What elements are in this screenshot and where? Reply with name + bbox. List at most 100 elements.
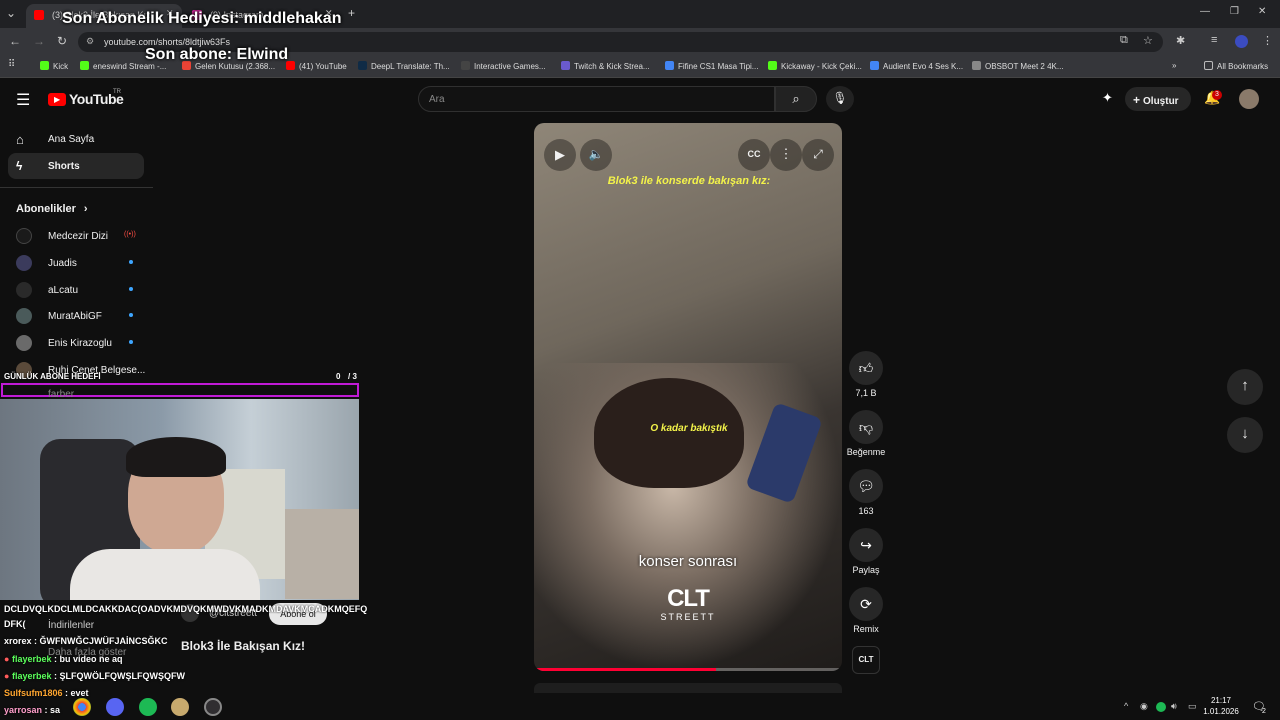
chat-message: yarrosan : sa	[4, 705, 60, 715]
discord-icon[interactable]	[106, 698, 124, 716]
sidebar-channel[interactable]: MuratAbiGF	[16, 308, 102, 324]
bookmark[interactable]: Fifine CS1 Masa Tipi...	[665, 61, 758, 71]
site-info-icon[interactable]: ⚙	[86, 36, 94, 47]
divider	[0, 187, 153, 188]
avatar	[16, 335, 32, 351]
sidebar-channel[interactable]: Medcezir Dizi	[16, 228, 108, 244]
minimize-icon[interactable]: —	[1200, 6, 1210, 17]
video-caption-top: Blok3 ile konserde bakışan kız:	[607, 175, 771, 187]
bookmark[interactable]: Kick	[40, 61, 68, 71]
sound-thumbnail[interactable]: CLT	[852, 646, 880, 674]
apps-icon[interactable]: ⠿	[8, 59, 15, 70]
goal-label: GÜNLÜK ABONE HEDEFİ	[4, 372, 101, 381]
search-input[interactable]: Ara	[418, 86, 775, 112]
clock-date[interactable]: 1.01.2026	[1203, 707, 1239, 716]
bookmark-star-icon[interactable]: ☆	[1143, 34, 1153, 47]
captions-button[interactable]: CC	[738, 139, 770, 171]
plus-icon: +	[1133, 93, 1141, 107]
subscriptions-label: Abonelikler	[16, 203, 76, 215]
chrome-icon[interactable]	[73, 698, 91, 716]
avatar	[16, 308, 32, 324]
chat-user: flayerbek	[11, 671, 52, 681]
obs-icon[interactable]	[204, 698, 222, 716]
new-tab-icon[interactable]: +	[348, 6, 355, 20]
bookmark[interactable]: Interactive Games...	[461, 61, 546, 71]
share-button[interactable]: ↪	[849, 528, 883, 562]
like-button[interactable]: 👍︎	[849, 351, 883, 385]
create-button[interactable]: + Oluştur	[1125, 87, 1191, 111]
search-icon: ⌕	[792, 91, 800, 106]
spotify-icon[interactable]	[139, 698, 157, 716]
captions-icon: CC	[747, 149, 761, 159]
clock-time[interactable]: 21:17	[1206, 696, 1236, 705]
sidebar-item-shorts-content[interactable]: ϟ Shorts	[16, 159, 80, 173]
avatar[interactable]	[1239, 89, 1259, 109]
bookmark[interactable]: DeepL Translate: Th...	[358, 61, 450, 71]
next-short-preview[interactable]	[534, 683, 842, 693]
sidebar-item-home[interactable]: ⌂ Ana Sayfa	[16, 132, 94, 147]
forward-icon[interactable]: →	[33, 34, 45, 48]
home-icon: ⌂	[16, 132, 24, 147]
channel-name: MuratAbiGF	[48, 310, 102, 322]
dislike-button[interactable]: 👎︎	[849, 410, 883, 444]
play-button[interactable]: ▶	[544, 139, 576, 171]
bookmark[interactable]: Kickaway - Kick Çeki...	[768, 61, 862, 71]
bookmark[interactable]: OBSBOT Meet 2 4K...	[972, 61, 1064, 71]
previous-short-button[interactable]: ↑	[1227, 369, 1263, 405]
sidebar-channel[interactable]: Juadis	[16, 255, 77, 271]
share-icon: ↪	[860, 536, 872, 553]
profile-icon[interactable]	[1235, 35, 1248, 48]
network-icon[interactable]: ▭	[1188, 701, 1197, 712]
shorts-video-player[interactable]: Blok3 ile konserde bakışan kız: O kadar …	[534, 123, 842, 671]
chat-text: DCLDVQLKDCLMLDCAKKDAC(OADVKMDVQKMWDVKMAD…	[4, 604, 368, 614]
discord-tray-icon[interactable]: ◉	[1140, 701, 1148, 712]
media-icon[interactable]: ≡	[1211, 34, 1217, 46]
bookmark[interactable]: (41) YouTube	[286, 61, 347, 71]
sidebar-channel[interactable]: Enis Kirazoglu	[16, 335, 112, 351]
next-short-button[interactable]: ↓	[1227, 417, 1263, 453]
voice-search-button[interactable]: 🎙	[826, 86, 854, 112]
league-icon[interactable]	[171, 698, 189, 716]
close-window-icon[interactable]: ✕	[1258, 6, 1266, 17]
cast-icon[interactable]: ⧉	[1120, 34, 1128, 47]
like-count: 7,1 B	[855, 388, 877, 398]
remix-button[interactable]: ⟳	[849, 587, 883, 621]
chat-text: : sa	[44, 705, 61, 715]
more-bookmarks-icon[interactable]: »	[1172, 61, 1176, 70]
chat-text: : ĞWFNWĞCJWÜFJAİNCSĞKC	[34, 636, 168, 646]
comments-button[interactable]: 💬︎	[849, 469, 883, 503]
shorts-icon: ϟ	[16, 159, 23, 173]
gemini-icon[interactable]: ✦	[1102, 90, 1113, 106]
tray-chevron-icon[interactable]: ^	[1124, 701, 1128, 711]
fullscreen-button[interactable]: ⤢	[802, 139, 834, 171]
hamburger-menu-icon[interactable]: ☰	[16, 90, 30, 110]
back-icon[interactable]: ←	[9, 34, 21, 48]
speaker-icon[interactable]: 🔊︎	[1171, 701, 1177, 712]
extensions-icon[interactable]: ✱	[1176, 34, 1185, 47]
spotify-tray-icon[interactable]	[1156, 702, 1166, 712]
bookmark[interactable]: Twitch & Kick Strea...	[561, 61, 650, 71]
all-bookmarks[interactable]: All Bookmarks	[1204, 61, 1268, 71]
thumbs-up-icon: 👍︎	[858, 359, 874, 376]
restore-icon[interactable]: ❐	[1230, 6, 1239, 17]
tab-search-icon[interactable]: ⌄	[6, 6, 16, 20]
chat-user: xrorex	[4, 636, 32, 646]
more-options-button[interactable]: ⋮	[770, 139, 802, 171]
subscriptions-header[interactable]: Abonelikler ›	[16, 203, 88, 215]
volume-button[interactable]: 🔈	[580, 139, 612, 171]
menu-icon[interactable]: ⋮	[1262, 34, 1273, 47]
sidebar-item-downloads[interactable]: İndirilenler	[48, 620, 94, 631]
sidebar-channel[interactable]: aLcatu	[16, 282, 78, 298]
chat-message: ● flayerbek : ŞLFQWÖLFQWŞLFQWŞQFW	[4, 671, 185, 681]
avatar	[16, 228, 32, 244]
search-button[interactable]: ⌕	[775, 86, 817, 112]
brand-watermark: CLT	[667, 585, 710, 612]
youtube-logo-icon[interactable]: ▶	[48, 93, 66, 106]
reload-icon[interactable]: ↻	[57, 34, 67, 48]
sidebar-item-label: Shorts	[48, 160, 80, 172]
games-icon	[461, 61, 470, 70]
video-caption-mid: O kadar bakıştık	[650, 423, 728, 434]
bookmark[interactable]: Audient Evo 4 Ses K...	[870, 61, 963, 71]
kickaway-icon	[768, 61, 777, 70]
chat-message: xrorex : ĞWFNWĞCJWÜFJAİNCSĞKC	[4, 636, 168, 646]
